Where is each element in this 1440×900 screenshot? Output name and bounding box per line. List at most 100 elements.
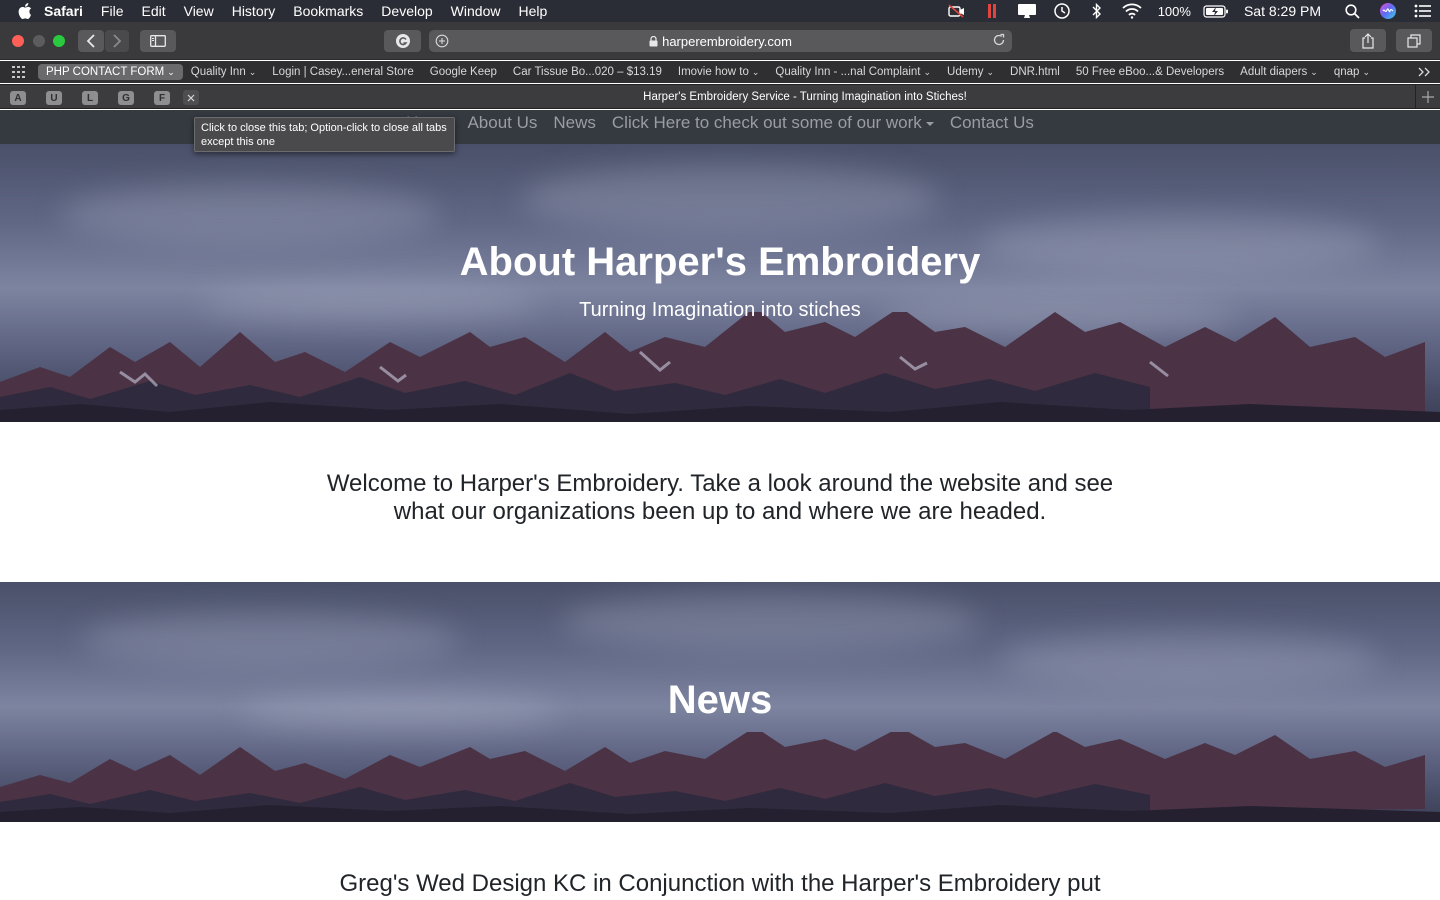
favorite-label: PHP CONTACT FORM	[46, 66, 165, 78]
chevron-left-icon	[86, 34, 95, 48]
favorite-label: DNR.html	[1010, 66, 1060, 78]
plus-icon	[1422, 91, 1434, 103]
menu-file[interactable]: File	[92, 0, 133, 22]
apps-grid-icon[interactable]	[12, 66, 34, 78]
chevron-down-icon: ⌄	[986, 66, 995, 77]
pinned-tab-l[interactable]: L	[82, 91, 98, 105]
menu-help[interactable]: Help	[509, 0, 556, 22]
web-page: About Harper's Embroidery Turning Imagin…	[0, 110, 1440, 900]
chevron-down-icon: ⌄	[167, 66, 175, 77]
tab-overview-button[interactable]	[1396, 29, 1432, 52]
bluetooth-icon[interactable]	[1080, 0, 1115, 22]
favorite-label: 50 Free eBoo...& Developers	[1075, 66, 1225, 78]
welcome-section: Welcome to Harper's Embroidery. Take a l…	[0, 422, 1440, 582]
more-favorites-icon[interactable]	[1418, 61, 1432, 83]
wifi-icon[interactable]	[1115, 0, 1150, 22]
close-tab-tooltip: Click to close this tab; Option-click to…	[194, 117, 455, 152]
url-text: harperembroidery.com	[662, 33, 792, 49]
favorite-dnr[interactable]: DNR.html	[1002, 66, 1068, 78]
nav-contact-link[interactable]: Contact Us	[942, 113, 1042, 133]
menu-edit[interactable]: Edit	[132, 0, 174, 22]
nav-work-dropdown[interactable]: Click Here to check out some of our work	[604, 113, 942, 133]
new-tab-button[interactable]	[1415, 85, 1440, 109]
active-tab-title[interactable]: Harper's Embroidery Service - Turning Im…	[200, 85, 1410, 109]
app-menu-safari[interactable]: Safari	[34, 0, 92, 22]
favorite-google-keep[interactable]: Google Keep	[422, 66, 505, 78]
display-icon[interactable]	[1010, 0, 1045, 22]
menu-bar: Safari File Edit View History Bookmarks …	[0, 0, 1440, 22]
menu-clock[interactable]: Sat 8:29 PM	[1234, 3, 1335, 19]
favorite-car-tissue[interactable]: Car Tissue Bo...020 – $13.19	[505, 66, 670, 78]
favorite-label: Car Tissue Bo...020 – $13.19	[512, 66, 662, 78]
reload-icon[interactable]	[992, 33, 1006, 50]
news-section: Greg's Wed Design KC in Conjunction with…	[0, 822, 1440, 900]
news-hero: News	[0, 582, 1440, 822]
battery-percent: 100%	[1157, 3, 1191, 19]
welcome-text: Welcome to Harper's Embroidery. Take a l…	[326, 470, 1114, 525]
favorite-imovie[interactable]: Imovie how to ⌄	[670, 66, 768, 78]
forward-button[interactable]	[105, 30, 129, 52]
share-icon	[1362, 32, 1374, 49]
sidebar-icon	[150, 35, 166, 47]
tab-overview-icon	[1407, 33, 1421, 48]
grammarly-extension-button[interactable]	[384, 30, 421, 52]
menu-develop[interactable]: Develop	[372, 0, 441, 22]
add-page-icon[interactable]	[435, 34, 449, 51]
mountains-image	[0, 312, 1440, 422]
battery-charging-icon[interactable]	[1199, 0, 1234, 22]
favorite-label: Quality Inn	[190, 66, 246, 78]
favorite-adult-diapers[interactable]: Adult diapers ⌄	[1232, 66, 1326, 78]
about-hero: About Harper's Embroidery Turning Imagin…	[0, 144, 1440, 422]
chevron-down-icon: ⌄	[923, 66, 932, 77]
favorite-label: Imovie how to	[677, 66, 749, 78]
minimize-window-button[interactable]	[33, 35, 45, 47]
menu-view[interactable]: View	[175, 0, 223, 22]
zoom-window-button[interactable]	[53, 35, 65, 47]
favorites-bar: PHP CONTACT FORM ⌄ Quality Inn ⌄ Login | C…	[0, 61, 1440, 83]
siri-icon[interactable]	[1370, 0, 1405, 22]
menu-window[interactable]: Window	[442, 0, 510, 22]
caret-down-icon	[925, 121, 934, 126]
chevron-down-icon: ⌄	[1362, 66, 1370, 77]
favorite-udemy[interactable]: Udemy ⌄	[939, 66, 1002, 78]
apple-menu-icon[interactable]	[0, 3, 34, 19]
favorite-label: Adult diapers	[1240, 66, 1308, 78]
close-window-button[interactable]	[12, 35, 24, 47]
camera-off-icon[interactable]	[940, 0, 975, 22]
lock-icon	[649, 35, 658, 47]
pinned-tab-a[interactable]: A	[10, 91, 26, 105]
favorite-label: Login | Casey...eneral Store	[272, 66, 414, 78]
pinned-tab-g[interactable]: G	[118, 91, 134, 105]
mountains-image	[0, 732, 1440, 822]
news-text: Greg's Wed Design KC in Conjunction with…	[339, 870, 1101, 897]
chevron-down-icon: ⌄	[1310, 66, 1318, 77]
menu-history[interactable]: History	[223, 0, 285, 22]
favorite-login-casey[interactable]: Login | Casey...eneral Store	[264, 66, 422, 78]
menu-bookmarks[interactable]: Bookmarks	[284, 0, 372, 22]
back-button[interactable]	[78, 30, 104, 52]
chevron-down-icon: ⌄	[248, 66, 257, 77]
favorite-free-ebooks[interactable]: 50 Free eBoo...& Developers	[1068, 66, 1232, 78]
tab-bar: A U L G F Harper's Embroidery Service - …	[0, 84, 1440, 109]
pinned-tab-f[interactable]: F	[154, 91, 170, 105]
time-machine-icon[interactable]	[1045, 0, 1080, 22]
close-icon	[187, 94, 195, 101]
favorite-php-contact-form[interactable]: PHP CONTACT FORM ⌄	[38, 64, 183, 80]
favorite-label: qnap	[1333, 66, 1360, 78]
favorite-quality-inn[interactable]: Quality Inn ⌄	[183, 66, 265, 78]
sidebar-toggle-button[interactable]	[140, 30, 176, 52]
nav-news-link[interactable]: News	[545, 113, 604, 133]
nav-about-link[interactable]: About Us	[459, 113, 545, 133]
favorite-qnap[interactable]: qnap ⌄	[1326, 66, 1378, 78]
chevron-right-icon	[113, 34, 122, 48]
favorite-quality-inn-complaint[interactable]: Quality Inn - ...nal Complaint ⌄	[767, 66, 939, 78]
spotlight-search-icon[interactable]	[1335, 0, 1370, 22]
notification-center-icon[interactable]	[1405, 0, 1440, 22]
chevron-down-icon: ⌄	[751, 66, 760, 77]
share-button[interactable]	[1350, 29, 1386, 52]
pinned-tab-u[interactable]: U	[46, 91, 62, 105]
hero-title: About Harper's Embroidery	[459, 240, 981, 284]
address-bar[interactable]: harperembroidery.com	[429, 30, 1012, 52]
parallels-icon[interactable]	[975, 0, 1010, 22]
close-tab-button[interactable]	[183, 90, 199, 105]
